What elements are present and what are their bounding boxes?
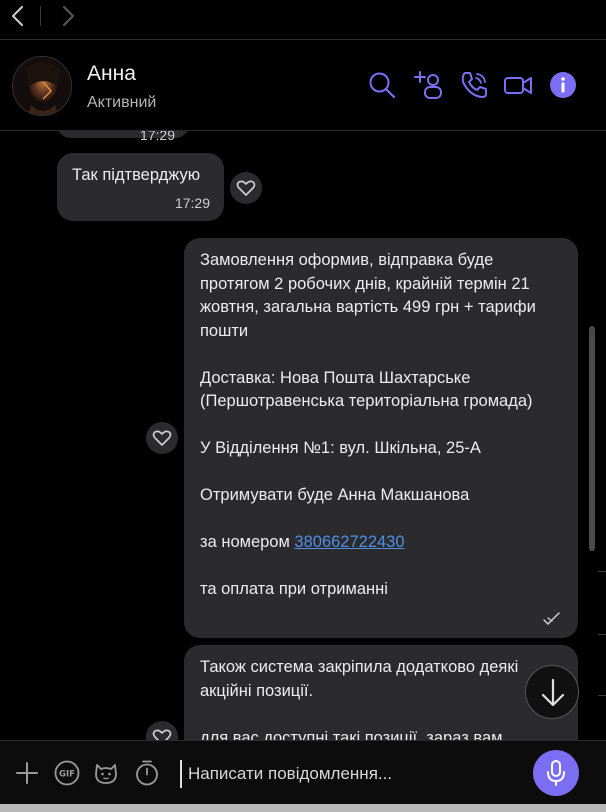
gif-button[interactable]: GIF <box>53 759 81 787</box>
message-line <box>200 703 564 727</box>
message-text: Так підтверджую <box>72 166 201 184</box>
message-line <box>200 343 564 367</box>
add-participant-icon <box>414 71 442 99</box>
message-bubble[interactable]: Так підтверджую 17:29 <box>57 153 224 221</box>
message-line: протягом 2 робочих днів, крайній термін … <box>200 274 530 293</box>
phone-icon <box>461 72 487 98</box>
message-line: (Першотравенська територіальна громада) <box>200 392 533 410</box>
chevron-left-icon <box>11 5 24 27</box>
gif-icon: GIF <box>54 760 80 786</box>
svg-text:GIF: GIF <box>59 770 75 780</box>
heart-icon <box>152 729 172 740</box>
conversation-header: Анна Активний <box>0 40 606 131</box>
voice-message-button[interactable] <box>533 750 579 796</box>
plus-icon <box>16 762 38 784</box>
avatar[interactable] <box>12 56 72 116</box>
message-line <box>200 508 564 532</box>
divider <box>598 634 606 635</box>
message-line <box>200 555 564 579</box>
message-line: Доставка: Нова Пошта Шахтарське <box>200 368 471 387</box>
message-line-phone: за номером 380662722430 <box>200 531 564 555</box>
sticker-button[interactable] <box>92 759 120 787</box>
divider <box>598 571 606 572</box>
message-text: Замовлення оформив, відправка буде протя… <box>200 249 564 602</box>
message-bubble[interactable]: Також система закріпила додатково деякі … <box>184 645 578 740</box>
nav-divider <box>40 6 41 26</box>
chevron-right-icon <box>62 5 75 27</box>
message-input[interactable] <box>180 760 510 788</box>
scroll-to-bottom-button[interactable] <box>525 665 579 719</box>
timer-icon <box>136 760 158 786</box>
divider <box>598 695 606 696</box>
forward-button[interactable] <box>56 4 80 28</box>
contact-name[interactable]: Анна <box>87 62 136 86</box>
like-button[interactable] <box>230 172 262 204</box>
sticker-icon <box>95 764 117 784</box>
microphone-icon <box>547 760 565 786</box>
video-icon <box>504 77 532 94</box>
add-participant-button[interactable] <box>414 70 444 100</box>
message-line: та оплата при отриманні <box>200 580 388 598</box>
message-line: Замовлення оформив, відправка буде <box>200 251 494 269</box>
read-receipt-icon <box>543 612 560 625</box>
message-time: 17:29 <box>139 131 175 143</box>
message-line: У Відділення №1: вул. Шкільна, 25-А <box>200 439 481 457</box>
heart-icon <box>236 180 256 196</box>
like-button[interactable] <box>146 422 178 454</box>
message-bubble[interactable]: 17:29 <box>57 131 189 143</box>
message-line: жовтня, загальна вартість 499 грн + тари… <box>200 298 536 316</box>
message-line <box>200 414 564 438</box>
timer-button[interactable] <box>133 759 161 787</box>
message-bubble[interactable]: Замовлення оформив, відправка буде протя… <box>184 238 578 638</box>
message-line: акційні позиції. <box>200 681 314 700</box>
top-navigation <box>0 0 606 40</box>
search-button[interactable] <box>367 70 397 100</box>
contact-status: Активний <box>87 94 157 111</box>
search-icon <box>369 72 396 99</box>
message-line: пошти <box>200 321 249 340</box>
message-time: 17:29 <box>174 195 210 211</box>
heart-icon <box>152 430 172 446</box>
message-line <box>200 461 564 485</box>
avatar-image <box>13 57 71 115</box>
info-button[interactable] <box>548 70 578 100</box>
video-call-button[interactable] <box>503 70 533 100</box>
phone-prefix: за номером <box>200 533 295 551</box>
message-line: Також система закріпила додатково деякі <box>200 658 519 676</box>
phone-link[interactable]: 380662722430 <box>294 533 404 551</box>
message-list[interactable]: 17:29 Так підтверджую 17:29 Замовлення о… <box>0 131 606 740</box>
arrow-down-icon <box>541 678 565 707</box>
scrollbar[interactable] <box>589 326 595 551</box>
message-line: Отримувати буде Анна Макшанова <box>200 486 470 504</box>
back-button[interactable] <box>6 4 30 28</box>
call-button[interactable] <box>459 70 489 100</box>
attach-button[interactable] <box>13 759 41 787</box>
message-composer: GIF <box>0 740 606 804</box>
window-bottom-edge <box>0 804 606 812</box>
like-button[interactable] <box>146 721 178 740</box>
message-line: для вас доступні такі позиції, зараз вам <box>200 728 503 741</box>
info-icon <box>550 72 576 98</box>
message-text: Також система закріпила додатково деякі … <box>200 656 564 740</box>
